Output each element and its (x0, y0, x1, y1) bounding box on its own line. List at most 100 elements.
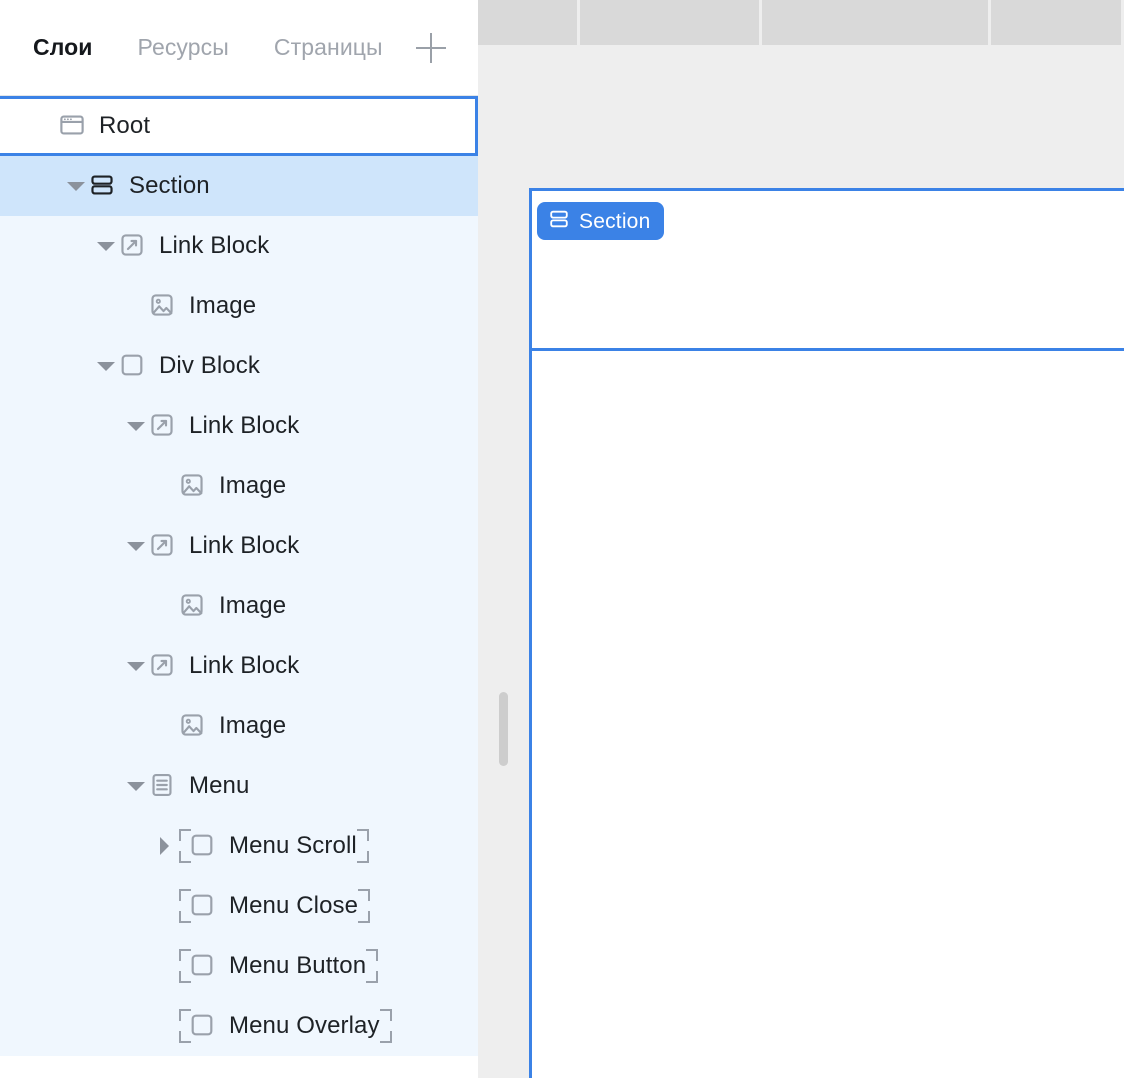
component-bracket-br (379, 1031, 392, 1043)
tree-row[interactable]: Menu (0, 756, 478, 816)
tree-row-label: Image (219, 712, 287, 739)
image-icon (179, 472, 207, 500)
tree-row-label: Image (219, 472, 287, 499)
chevron-down-icon[interactable] (123, 636, 149, 696)
component-bracket-br (356, 851, 369, 863)
section-badge-label: Section (579, 209, 651, 233)
tree-row-content: Link Block (149, 412, 299, 440)
component-instance: Menu Scroll (179, 829, 369, 863)
caret-placeholder (153, 936, 179, 996)
chevron-down-icon[interactable] (123, 396, 149, 456)
tree-row-content: Div Block (119, 352, 260, 380)
top-strip-segment (761, 0, 989, 45)
layers-tree: Root Section Link Block Image Div Block … (0, 96, 478, 1078)
canvas-area: Section (478, 0, 1124, 1078)
caret-placeholder (153, 696, 179, 756)
component-instance: Menu Overlay (179, 1009, 392, 1043)
chevron-down-icon[interactable] (63, 156, 89, 216)
component-instance: Menu Button (179, 949, 379, 983)
plus-icon[interactable] (415, 32, 446, 63)
image-icon (179, 712, 207, 740)
tree-row-label: Link Block (159, 232, 270, 259)
tree-row[interactable]: Menu Close (0, 876, 478, 936)
caret-placeholder (153, 876, 179, 936)
panel-tabbar: Слои Ресурсы Страницы (0, 0, 478, 96)
chevron-right-icon[interactable] (153, 816, 179, 876)
tree-row[interactable]: Menu Button (0, 936, 478, 996)
link-block-icon (149, 652, 177, 680)
component-bracket-br (366, 971, 379, 983)
tree-row-content: Section (89, 172, 210, 200)
tree-row-label: Menu Overlay (229, 1012, 380, 1039)
top-strip-segment (580, 0, 759, 45)
tree-row[interactable]: Image (0, 576, 478, 636)
tab-assets[interactable]: Ресурсы (138, 34, 229, 61)
tree-row[interactable]: Image (0, 696, 478, 756)
component-bracket-tr (356, 829, 369, 841)
tree-row[interactable]: Menu Overlay (0, 996, 478, 1056)
tree-row-label: Section (129, 172, 210, 199)
tree-row-label: Div Block (159, 352, 260, 379)
chevron-down-icon[interactable] (123, 756, 149, 816)
div-block-icon (189, 892, 217, 920)
tree-row-content: Image (149, 292, 256, 320)
tree-row[interactable]: Link Block (0, 396, 478, 456)
tree-row[interactable]: Menu Scroll (0, 816, 478, 876)
caret-placeholder (153, 576, 179, 636)
tree-row[interactable]: Link Block (0, 636, 478, 696)
section-icon (548, 208, 570, 235)
section-badge[interactable]: Section (537, 202, 665, 240)
image-icon (179, 592, 207, 620)
tree-row-label: Link Block (189, 532, 300, 559)
link-block-icon (119, 232, 147, 260)
canvas-section-block[interactable]: Section (532, 191, 1124, 351)
caret-placeholder (153, 456, 179, 516)
canvas-scrollbar-thumb[interactable] (499, 692, 508, 766)
chevron-down-icon[interactable] (93, 336, 119, 396)
tree-row-label: Menu Close (229, 892, 359, 919)
tree-row-label: Link Block (189, 652, 300, 679)
browser-window-icon (59, 112, 87, 140)
link-block-icon (149, 532, 177, 560)
component-bracket-br (358, 911, 371, 923)
tree-row-label: Link Block (189, 412, 300, 439)
tree-row-content: Root (59, 112, 150, 140)
component-instance: Menu Close (179, 889, 371, 923)
tree-row[interactable]: Link Block (0, 216, 478, 276)
tree-row-label: Image (189, 292, 257, 319)
canvas-top-strip (478, 0, 1124, 45)
tab-layers[interactable]: Слои (33, 34, 93, 61)
tree-row-content: Link Block (119, 232, 269, 260)
tree-row-content: Link Block (149, 532, 299, 560)
tree-row-label: Image (219, 592, 287, 619)
caret-placeholder (123, 276, 149, 336)
tree-row-content: Image (179, 712, 286, 740)
tree-row[interactable]: Div Block (0, 336, 478, 396)
div-block-icon (189, 832, 217, 860)
div-block-icon (189, 1012, 217, 1040)
top-strip-segment (991, 0, 1121, 45)
link-block-icon (149, 412, 177, 440)
tree-row[interactable]: Link Block (0, 516, 478, 576)
div-block-icon (119, 352, 147, 380)
component-bracket-tr (379, 1009, 392, 1021)
tree-row[interactable]: Image (0, 276, 478, 336)
top-strip-segment (478, 0, 578, 45)
component-bracket-tr (358, 889, 371, 901)
caret-placeholder (153, 996, 179, 1056)
layers-panel: Слои Ресурсы Страницы Root Section Link Bl… (0, 0, 478, 1078)
div-block-icon (189, 952, 217, 980)
tree-row-content: Image (179, 472, 286, 500)
chevron-down-icon[interactable] (123, 516, 149, 576)
caret-placeholder (33, 96, 59, 156)
tree-row[interactable]: Section (0, 156, 478, 216)
tab-pages[interactable]: Страницы (274, 34, 383, 61)
chevron-down-icon[interactable] (93, 216, 119, 276)
tree-row-label: Root (99, 112, 151, 139)
component-bracket-tr (366, 949, 379, 961)
tree-row-content: Menu (149, 772, 249, 800)
tree-row-label: Menu Button (229, 952, 367, 979)
tree-row[interactable]: Root (0, 96, 478, 156)
tree-row[interactable]: Image (0, 456, 478, 516)
image-icon (149, 292, 177, 320)
